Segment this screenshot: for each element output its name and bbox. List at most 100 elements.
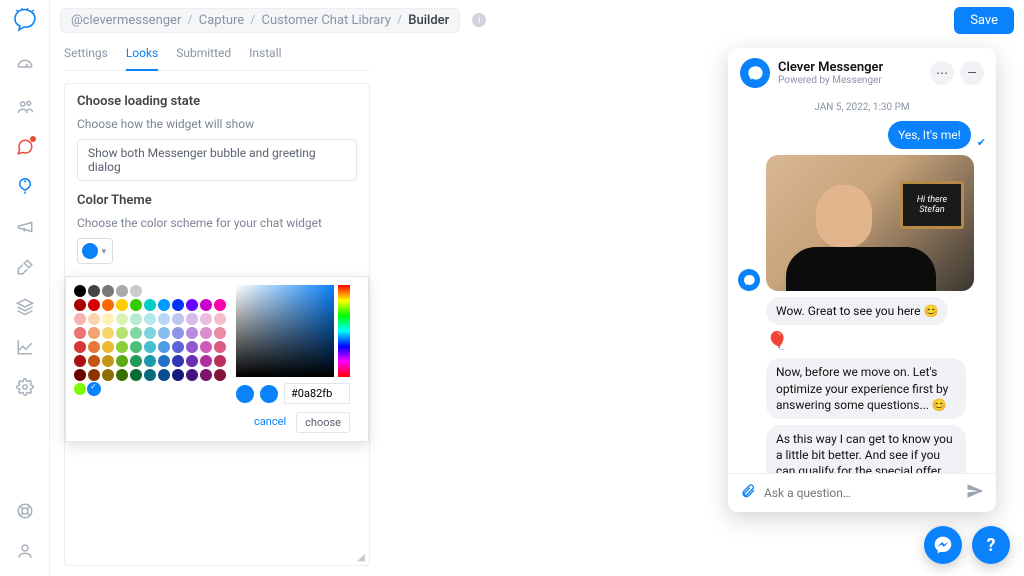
color-swatch[interactable] xyxy=(144,313,156,325)
color-swatch[interactable] xyxy=(144,327,156,339)
color-swatch[interactable] xyxy=(158,299,170,311)
color-swatch[interactable] xyxy=(74,355,86,367)
color-swatch[interactable] xyxy=(102,285,114,297)
color-swatch[interactable] xyxy=(116,369,128,381)
color-swatch[interactable] xyxy=(200,341,212,353)
color-swatch[interactable] xyxy=(116,285,128,297)
color-swatch[interactable] xyxy=(116,299,128,311)
chat-more-button[interactable]: ⋯ xyxy=(930,61,954,85)
color-swatch[interactable] xyxy=(88,341,100,353)
color-swatch[interactable] xyxy=(74,383,86,395)
hue-strip[interactable] xyxy=(338,285,350,377)
color-swatch[interactable] xyxy=(172,299,184,311)
color-swatch[interactable] xyxy=(130,313,142,325)
color-swatch[interactable] xyxy=(88,299,100,311)
color-swatch[interactable] xyxy=(130,285,142,297)
color-swatch[interactable] xyxy=(102,369,114,381)
color-swatch[interactable] xyxy=(102,313,114,325)
info-icon[interactable]: i xyxy=(472,13,486,27)
color-swatch[interactable] xyxy=(88,285,100,297)
support-icon[interactable] xyxy=(16,502,34,524)
tab-looks[interactable]: Looks xyxy=(126,46,158,71)
color-swatch[interactable] xyxy=(172,355,184,367)
color-swatch[interactable] xyxy=(144,369,156,381)
color-swatch[interactable] xyxy=(214,355,226,367)
color-swatch[interactable] xyxy=(172,369,184,381)
loading-state-select[interactable]: Show both Messenger bubble and greeting … xyxy=(77,139,357,181)
chat-icon[interactable] xyxy=(16,138,34,160)
chat-text-input[interactable] xyxy=(764,486,958,500)
tab-submitted[interactable]: Submitted xyxy=(176,46,231,64)
color-swatch[interactable] xyxy=(200,313,212,325)
color-swatch[interactable] xyxy=(74,369,86,381)
hex-input[interactable] xyxy=(284,383,350,404)
resize-handle-icon[interactable]: ◢ xyxy=(357,552,365,563)
capture-icon[interactable] xyxy=(16,178,34,200)
color-swatch[interactable] xyxy=(144,299,156,311)
color-theme-button[interactable]: ▼ xyxy=(77,238,113,264)
color-gradient-box[interactable] xyxy=(236,285,334,377)
color-swatch[interactable] xyxy=(74,341,86,353)
chat-minimize-button[interactable]: — xyxy=(960,61,984,85)
color-swatch[interactable] xyxy=(88,383,100,395)
color-swatch[interactable] xyxy=(158,327,170,339)
color-swatch[interactable] xyxy=(200,369,212,381)
broadcast-icon[interactable] xyxy=(16,218,34,240)
color-swatch[interactable] xyxy=(144,355,156,367)
color-swatch[interactable] xyxy=(88,355,100,367)
color-swatch[interactable] xyxy=(88,327,100,339)
color-swatch[interactable] xyxy=(186,313,198,325)
breadcrumb-account[interactable]: @clevermessenger xyxy=(71,13,181,28)
audience-icon[interactable] xyxy=(16,98,34,120)
send-icon[interactable] xyxy=(966,482,984,504)
dashboard-icon[interactable] xyxy=(16,58,34,80)
color-swatch[interactable] xyxy=(158,369,170,381)
color-swatch[interactable] xyxy=(186,369,198,381)
color-swatch[interactable] xyxy=(186,327,198,339)
settings-icon[interactable] xyxy=(16,378,34,400)
color-swatch[interactable] xyxy=(130,327,142,339)
color-swatch[interactable] xyxy=(214,299,226,311)
color-swatch[interactable] xyxy=(144,341,156,353)
picker-choose-button[interactable]: choose xyxy=(296,412,350,433)
color-swatch[interactable] xyxy=(200,327,212,339)
color-swatch[interactable] xyxy=(116,341,128,353)
color-swatch[interactable] xyxy=(186,341,198,353)
tools-icon[interactable] xyxy=(16,258,34,280)
color-swatch[interactable] xyxy=(102,341,114,353)
color-swatch[interactable] xyxy=(214,341,226,353)
messenger-fab[interactable] xyxy=(924,526,962,564)
color-swatch[interactable] xyxy=(88,369,100,381)
color-swatch[interactable] xyxy=(116,355,128,367)
breadcrumb-capture[interactable]: Capture xyxy=(199,13,244,28)
color-swatch[interactable] xyxy=(130,355,142,367)
color-swatch[interactable] xyxy=(102,355,114,367)
analytics-icon[interactable] xyxy=(16,338,34,360)
color-swatch[interactable] xyxy=(200,355,212,367)
layers-icon[interactable] xyxy=(16,298,34,320)
help-fab[interactable]: ? xyxy=(972,526,1010,564)
profile-icon[interactable] xyxy=(16,542,34,564)
breadcrumb-library[interactable]: Customer Chat Library xyxy=(262,13,391,28)
color-swatch[interactable] xyxy=(158,355,170,367)
color-swatch[interactable] xyxy=(172,327,184,339)
breadcrumb[interactable]: @clevermessenger / Capture / Customer Ch… xyxy=(60,8,460,33)
color-swatch[interactable] xyxy=(186,299,198,311)
color-swatch[interactable] xyxy=(88,313,100,325)
color-swatch[interactable] xyxy=(74,313,86,325)
color-swatch[interactable] xyxy=(214,369,226,381)
color-swatch[interactable] xyxy=(102,299,114,311)
color-swatch[interactable] xyxy=(214,313,226,325)
color-swatch[interactable] xyxy=(200,299,212,311)
color-swatch[interactable] xyxy=(186,355,198,367)
color-swatch[interactable] xyxy=(172,313,184,325)
color-swatch[interactable] xyxy=(172,341,184,353)
color-swatch[interactable] xyxy=(130,299,142,311)
picker-cancel-button[interactable]: cancel xyxy=(252,412,288,433)
color-swatch[interactable] xyxy=(130,369,142,381)
attach-icon[interactable] xyxy=(740,483,756,503)
save-button[interactable]: Save xyxy=(954,7,1014,34)
color-swatch[interactable] xyxy=(74,285,86,297)
color-swatch[interactable] xyxy=(158,313,170,325)
color-swatch[interactable] xyxy=(116,313,128,325)
